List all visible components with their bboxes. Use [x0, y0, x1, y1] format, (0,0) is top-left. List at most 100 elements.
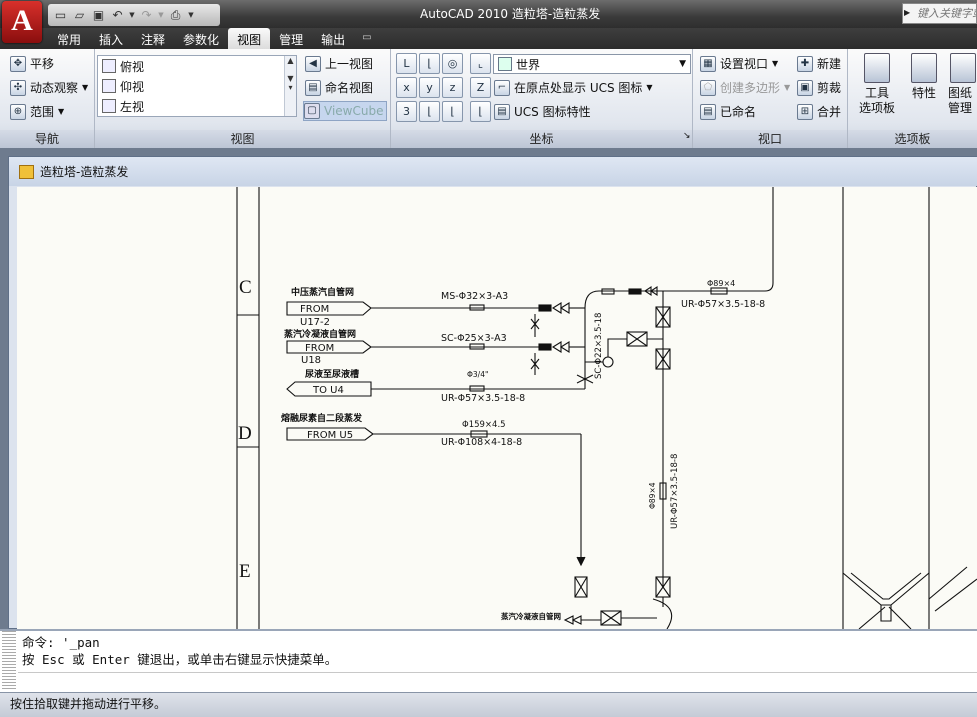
- tool-palettes-button[interactable]: 工具 选项板: [856, 53, 898, 116]
- view-item-top[interactable]: 俯视: [98, 56, 296, 76]
- new-viewport-icon: ✚: [797, 55, 813, 72]
- open-icon[interactable]: ▱: [71, 7, 88, 24]
- line4-flow-arrow: [576, 556, 586, 567]
- header-reducer: [628, 288, 642, 295]
- line1-valve: [551, 302, 570, 314]
- top-spec: UR-Φ57×3.5-18-8: [681, 299, 765, 310]
- panel-navigate: ✥ 平移 ✣ 动态观察 ▼ ⊕ 范围 ▼ 导航: [0, 49, 95, 148]
- view-list-scrollbar[interactable]: ▲ ▼ ▾: [284, 56, 296, 116]
- ucs-view-icon[interactable]: ◎: [442, 53, 463, 74]
- ucs-origin-display-button[interactable]: ⌐ 在原点处显示 UCS 图标 ▼: [494, 79, 653, 96]
- qat-customize-icon[interactable]: ▼: [186, 7, 196, 24]
- drawing-canvas[interactable]: C D E 中压蒸汽自管网 FROM U17-2 MS-Φ32×3-A3 蒸汽冷…: [17, 187, 977, 629]
- pid-drawing[interactable]: C D E 中压蒸汽自管网 FROM U17-2 MS-Φ32×3-A3 蒸汽冷…: [17, 187, 977, 629]
- ucs-face-icon[interactable]: ⌊: [442, 101, 463, 122]
- ucs-previous-icon[interactable]: ⌞: [470, 53, 491, 74]
- ucs-world-icon[interactable]: ⌊: [419, 53, 440, 74]
- tab-home[interactable]: 常用: [48, 28, 90, 49]
- previous-view-button[interactable]: ◀ 上一视图: [305, 55, 373, 72]
- create-polygon-button[interactable]: ⬠ 创建多边形 ▼: [700, 79, 790, 96]
- top-small-label: Φ89×4: [707, 279, 735, 288]
- panel-launcher-icon[interactable]: ↘: [683, 131, 691, 141]
- tab-manage[interactable]: 管理: [270, 28, 312, 49]
- window-title: AutoCAD 2010 造粒塔-造粒蒸发: [420, 7, 601, 21]
- pan-button[interactable]: ✥ 平移: [10, 55, 54, 72]
- ucs-object-icon[interactable]: ⌊: [419, 101, 440, 122]
- ucs-combo[interactable]: 世界 ▼: [493, 54, 691, 74]
- tab-output[interactable]: 输出: [312, 28, 354, 49]
- new-icon[interactable]: ▭: [52, 7, 69, 24]
- line4-valve-x: [574, 576, 588, 598]
- ucs-origin-move-icon[interactable]: ⌊: [470, 101, 491, 122]
- line1-reducer: [538, 304, 552, 312]
- cross-valve-pipe: [607, 338, 663, 357]
- command-window-grip[interactable]: [2, 631, 16, 691]
- zone-label-c: C: [239, 277, 252, 298]
- command-input[interactable]: [18, 672, 977, 692]
- orbit-button[interactable]: ✣ 动态观察 ▼: [10, 79, 88, 96]
- ucs-y-icon[interactable]: y: [419, 77, 440, 98]
- tower-chute: [928, 566, 977, 612]
- line4-tag: FROM U5: [307, 430, 353, 441]
- line3-tag: TO U4: [312, 385, 344, 396]
- named-views-button[interactable]: ▤ 命名视图: [305, 79, 373, 96]
- search-expand-icon[interactable]: ▶: [904, 8, 910, 17]
- merge-viewport-button[interactable]: ⊞ 合并: [797, 103, 841, 120]
- line1-title: 中压蒸汽自管网: [291, 286, 354, 298]
- named-viewports-button[interactable]: ▤ 已命名: [700, 103, 756, 120]
- redo-dropdown-icon[interactable]: ▼: [157, 7, 165, 24]
- new-viewport-button[interactable]: ✚ 新建: [797, 55, 841, 72]
- tab-parametric[interactable]: 参数化: [174, 28, 228, 49]
- zone-label-d: D: [238, 423, 252, 444]
- ucs-3point-icon[interactable]: 3: [396, 101, 417, 122]
- view-item-left[interactable]: 左视: [98, 96, 296, 116]
- tab-annotate[interactable]: 注释: [132, 28, 174, 49]
- line4-small-label: Φ159×4.5: [462, 420, 506, 430]
- tower-cone-1: [842, 572, 930, 606]
- line3-small-label: Φ3/4": [467, 370, 488, 379]
- plot-icon[interactable]: ⎙: [167, 7, 184, 24]
- line1-drain-valve: [530, 314, 540, 337]
- viewport-setup-button[interactable]: ▦ 设置视口 ▼: [700, 55, 778, 72]
- viewcube-icon: ▢: [304, 103, 320, 119]
- top-return-pipe: [657, 187, 774, 292]
- panel-title-navigate: 导航: [0, 130, 94, 148]
- ucs-x-icon[interactable]: x: [396, 77, 417, 98]
- viewcube-toggle[interactable]: ▢ ViewCube: [303, 101, 387, 121]
- search-input[interactable]: 键入关键字或短语: [902, 3, 977, 24]
- undo-dropdown-icon[interactable]: ▼: [128, 7, 136, 24]
- tool-palettes-icon: [864, 53, 890, 83]
- zoom-icon: ⊕: [10, 103, 26, 120]
- panel-title-coordinates: 坐标: [391, 130, 692, 148]
- ucs-icon[interactable]: L: [396, 53, 417, 74]
- line4-title: 熔融尿素自二段蒸发: [281, 412, 363, 424]
- cross-valve-x: [626, 331, 648, 347]
- polygon-icon: ⬠: [700, 79, 716, 96]
- ucs-zaxis-icon[interactable]: Z: [470, 77, 491, 98]
- view-cube-icon: [102, 79, 116, 93]
- redo-icon[interactable]: ↷: [138, 7, 155, 24]
- tower-cone-2: [850, 572, 922, 600]
- right-vertical-spec: UR-Φ57×3.5-18-8: [670, 454, 680, 529]
- line2-tag: FROM: [305, 343, 334, 354]
- line2-valve: [551, 341, 570, 353]
- ucs-z-icon[interactable]: z: [442, 77, 463, 98]
- view-list[interactable]: 俯视 仰视 左视 ▲ ▼ ▾: [97, 55, 297, 117]
- save-icon[interactable]: ▣: [90, 7, 107, 24]
- undo-icon[interactable]: ↶: [109, 7, 126, 24]
- tab-view[interactable]: 视图: [228, 28, 271, 49]
- extents-button[interactable]: ⊕ 范围 ▼: [10, 103, 64, 120]
- line2-title: 蒸汽冷凝液自管网: [284, 328, 356, 340]
- ribbon-minimize-icon[interactable]: ▭: [354, 28, 379, 49]
- application-menu-button[interactable]: A: [2, 1, 42, 43]
- sheet-set-button[interactable]: 图纸 管理: [948, 53, 977, 116]
- tab-insert[interactable]: 插入: [90, 28, 132, 49]
- bottom-cross-valve-x: [600, 610, 622, 626]
- view-item-bottom[interactable]: 仰视: [98, 76, 296, 96]
- properties-button[interactable]: 特性: [906, 53, 942, 101]
- drawing-title-bar[interactable]: 造粒塔-造粒蒸发: [9, 157, 977, 186]
- line1-tag: FROM: [300, 304, 329, 315]
- ucs-icon-properties-button[interactable]: ▤ UCS 图标特性: [494, 103, 591, 120]
- clip-viewport-button[interactable]: ▣ 剪裁: [797, 79, 841, 96]
- line2-drain-valve: [530, 353, 540, 375]
